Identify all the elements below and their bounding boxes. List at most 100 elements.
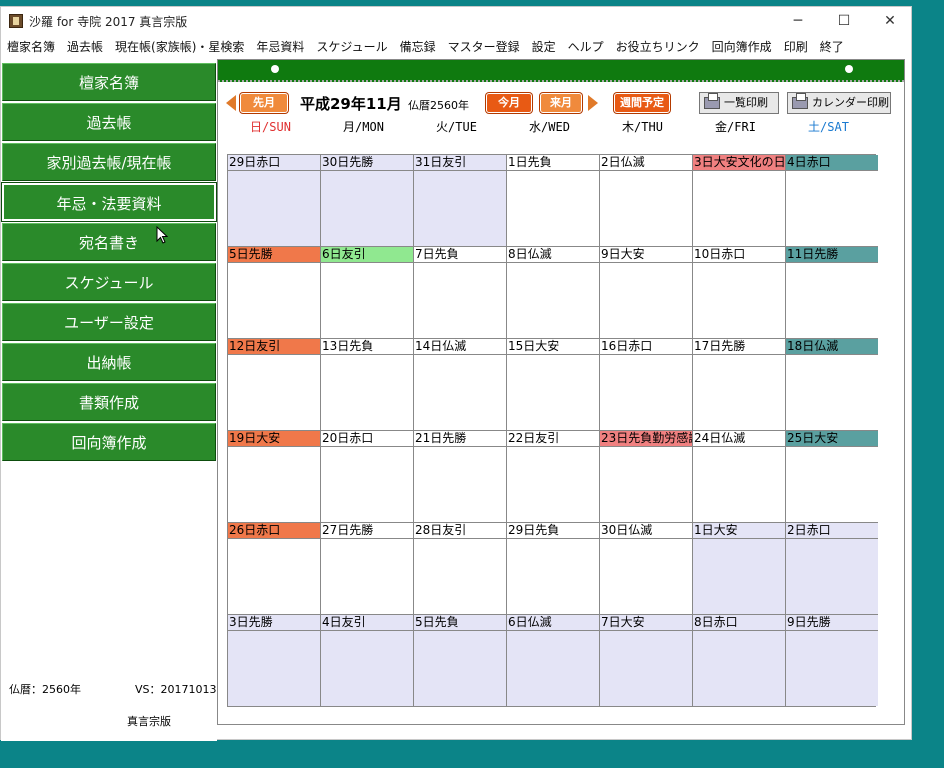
- sidebar-button[interactable]: 出納帳: [2, 343, 216, 381]
- calendar-day-label: 8日赤口: [693, 615, 785, 631]
- calendar-day-cell[interactable]: 6日仏滅: [507, 615, 600, 706]
- calendar-toolbar: 先月 平成29年11月 仏暦2560年 今月 来月 週間予定 一覧印刷 カレンダ…: [218, 90, 904, 116]
- calendar-day-cell[interactable]: 8日赤口: [693, 615, 786, 706]
- calendar-day-cell[interactable]: 18日仏滅: [786, 339, 878, 431]
- calendar-day-cell[interactable]: 12日友引: [228, 339, 321, 431]
- calendar-day-label: 15日大安: [507, 339, 599, 355]
- calendar-day-label: 9日大安: [600, 247, 692, 263]
- calendar-print-label: カレンダー印刷: [812, 96, 889, 109]
- calendar-day-cell[interactable]: 5日先負: [414, 615, 507, 706]
- menu-item[interactable]: 現在帳(家族帳)・星検索: [109, 37, 250, 57]
- calendar-day-cell[interactable]: 10日赤口: [693, 247, 786, 339]
- calendar-day-cell[interactable]: 29日先負: [507, 523, 600, 615]
- calendar-day-cell[interactable]: 8日仏滅: [507, 247, 600, 339]
- calendar-day-cell[interactable]: 2日仏滅: [600, 155, 693, 247]
- calendar-day-cell[interactable]: 1日先負: [507, 155, 600, 247]
- menu-item[interactable]: ヘルプ: [562, 37, 610, 57]
- calendar-day-cell[interactable]: 16日赤口: [600, 339, 693, 431]
- prev-month-button[interactable]: 先月: [240, 93, 288, 113]
- next-arrow-icon[interactable]: [588, 95, 598, 111]
- menu-item[interactable]: 終了: [814, 37, 850, 57]
- weekday-label: 土/SAT: [808, 120, 849, 134]
- sidebar-button[interactable]: 家別過去帳/現在帳: [2, 143, 216, 181]
- calendar-day-cell[interactable]: 30日仏滅: [600, 523, 693, 615]
- menu-item[interactable]: 設定: [526, 37, 562, 57]
- calendar-day-cell[interactable]: 7日先負: [414, 247, 507, 339]
- calendar-day-cell[interactable]: 4日友引: [321, 615, 414, 706]
- calendar-day-label: 6日仏滅: [507, 615, 599, 631]
- calendar-day-label: 11日先勝: [786, 247, 878, 263]
- menu-item[interactable]: マスター登録: [442, 37, 526, 57]
- calendar-day-label: 5日先負: [414, 615, 506, 631]
- calendar-day-cell[interactable]: 24日仏滅: [693, 431, 786, 523]
- sidebar-button[interactable]: 過去帳: [2, 103, 216, 141]
- menu-item[interactable]: スケジュール: [310, 37, 393, 57]
- calendar-day-label: 22日友引: [507, 431, 599, 447]
- calendar-day-cell[interactable]: 28日友引: [414, 523, 507, 615]
- calendar-day-label: 30日仏滅: [600, 523, 692, 539]
- list-print-button[interactable]: 一覧印刷: [699, 92, 779, 114]
- calendar-day-cell[interactable]: 1日大安: [693, 523, 786, 615]
- menu-item[interactable]: 回向簿作成: [706, 37, 778, 57]
- menu-item[interactable]: 印刷: [778, 37, 814, 57]
- calendar-day-label: 7日先負: [414, 247, 506, 263]
- calendar-day-cell[interactable]: 23日先負勤労感謝の日: [600, 431, 693, 523]
- calendar-day-label: 10日赤口: [693, 247, 785, 263]
- calendar-day-cell[interactable]: 21日先勝: [414, 431, 507, 523]
- sidebar-button[interactable]: スケジュール: [2, 263, 216, 301]
- calendar-day-cell[interactable]: 20日赤口: [321, 431, 414, 523]
- menu-item[interactable]: 檀家名簿: [1, 37, 61, 57]
- calendar-day-cell[interactable]: 6日友引: [321, 247, 414, 339]
- menu-item[interactable]: 過去帳: [61, 37, 109, 57]
- sidebar-button[interactable]: 宛名書き: [2, 223, 216, 261]
- calendar-day-cell[interactable]: 26日赤口: [228, 523, 321, 615]
- weekly-schedule-button[interactable]: 週間予定: [614, 93, 670, 113]
- calendar-day-label: 9日先勝: [786, 615, 878, 631]
- calendar-day-label: 16日赤口: [600, 339, 692, 355]
- sidebar-button[interactable]: 檀家名簿: [2, 63, 216, 101]
- calendar-day-cell[interactable]: 3日大安文化の日: [693, 155, 786, 247]
- calendar-day-cell[interactable]: 9日先勝: [786, 615, 878, 706]
- calendar-day-cell[interactable]: 2日赤口: [786, 523, 878, 615]
- calendar-day-cell[interactable]: 29日赤口: [228, 155, 321, 247]
- sidebar-button[interactable]: 書類作成: [2, 383, 216, 421]
- bukki-footer: 仏暦：2560年: [9, 683, 81, 696]
- calendar-day-label: 7日大安: [600, 615, 692, 631]
- app-window: 沙羅 for 寺院 2017 真言宗版 ─ ☐ ✕ 檀家名簿 過去帳 現在帳(家族帳…: [0, 6, 913, 741]
- calendar-day-label: 13日先負: [321, 339, 413, 355]
- month-calendar-grid: 29日赤口 30日先勝 31日友引 1日先負 2日仏滅 3日大安文化の日 4日赤口 5日先勝 6…: [227, 154, 878, 707]
- calendar-day-cell[interactable]: 22日友引: [507, 431, 600, 523]
- calendar-day-cell[interactable]: 31日友引: [414, 155, 507, 247]
- calendar-day-cell[interactable]: 14日仏滅: [414, 339, 507, 431]
- calendar-day-cell[interactable]: 13日先負: [321, 339, 414, 431]
- calendar-day-cell[interactable]: 5日先勝: [228, 247, 321, 339]
- calendar-day-cell[interactable]: 9日大安: [600, 247, 693, 339]
- calendar-day-cell[interactable]: 4日赤口: [786, 155, 878, 247]
- calendar-day-label: 29日先負: [507, 523, 599, 539]
- calendar-day-cell[interactable]: 30日先勝: [321, 155, 414, 247]
- menu-item[interactable]: お役立ちリンク: [610, 37, 706, 57]
- next-month-button[interactable]: 来月: [540, 93, 582, 113]
- prev-arrow-icon[interactable]: [226, 95, 236, 111]
- sidebar-button[interactable]: 年忌・法要資料: [1, 182, 217, 222]
- calendar-day-cell[interactable]: 25日大安: [786, 431, 878, 523]
- maximize-icon[interactable]: ☐: [821, 10, 867, 32]
- printer-icon: [704, 93, 720, 109]
- sidebar-button[interactable]: 回向簿作成: [2, 423, 216, 461]
- calendar-print-button[interactable]: カレンダー印刷: [787, 92, 891, 114]
- calendar-day-cell[interactable]: 11日先勝: [786, 247, 878, 339]
- calendar-day-cell[interactable]: 7日大安: [600, 615, 693, 706]
- minimize-icon[interactable]: ─: [775, 10, 821, 32]
- calendar-day-cell[interactable]: 27日先勝: [321, 523, 414, 615]
- menu-item[interactable]: 年忌資料: [250, 37, 310, 57]
- calendar-day-cell[interactable]: 19日大安: [228, 431, 321, 523]
- menu-item[interactable]: 備忘録: [394, 37, 442, 57]
- list-print-label: 一覧印刷: [724, 96, 768, 109]
- calendar-day-cell[interactable]: 15日大安: [507, 339, 600, 431]
- calendar-day-cell[interactable]: 17日先勝: [693, 339, 786, 431]
- this-month-button[interactable]: 今月: [486, 93, 532, 113]
- calendar-day-label: 14日仏滅: [414, 339, 506, 355]
- calendar-day-cell[interactable]: 3日先勝: [228, 615, 321, 706]
- sidebar-button[interactable]: ユーザー設定: [2, 303, 216, 341]
- close-icon[interactable]: ✕: [867, 10, 913, 32]
